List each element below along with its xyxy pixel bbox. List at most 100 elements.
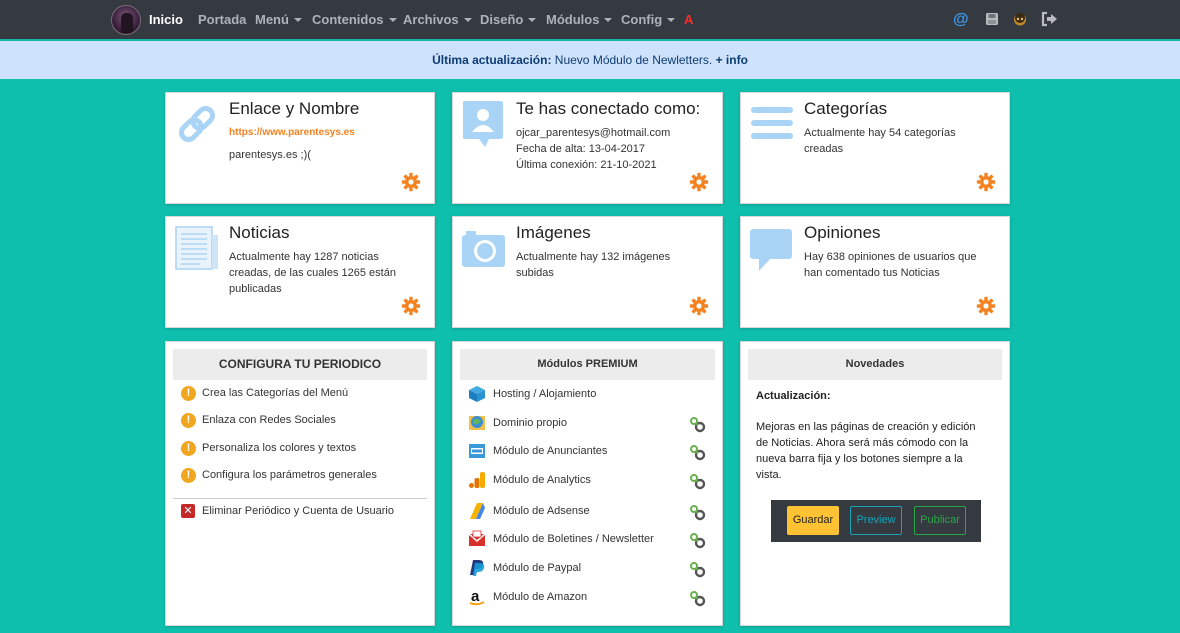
premium-item-dominio[interactable]: Dominio propio: [468, 414, 707, 434]
premium-item-adsense[interactable]: Módulo de Adsense: [468, 502, 707, 522]
save-button[interactable]: Guardar: [787, 506, 839, 535]
novedades-text: Mejoras en las páginas de creación y edi…: [756, 421, 976, 481]
link-gear-icon[interactable]: [689, 589, 707, 607]
card-opiniones-title: Opiniones: [804, 223, 881, 242]
update-alert: Última actualización: Nuevo Módulo de Ne…: [0, 41, 1180, 79]
delete-account-label: Eliminar Periódico y Cuenta de Usuario: [202, 505, 394, 517]
gear-icon[interactable]: [976, 172, 996, 192]
categorias-count: Actualmente hay 54 categorías creadas: [804, 127, 956, 155]
hosting-cube-icon: [469, 386, 485, 403]
configura-item[interactable]: ! Enlaza con Redes Sociales: [181, 412, 336, 430]
panel-novedades: Novedades Actualización: Mejoras en las …: [740, 341, 1010, 626]
at-icon[interactable]: @: [953, 11, 969, 29]
nav-config-label: Config: [621, 12, 663, 27]
link-gear-icon[interactable]: [689, 531, 707, 549]
premium-item-paypal[interactable]: Módulo de Paypal: [468, 559, 707, 579]
premium-item-label: Módulo de Analytics: [493, 474, 591, 486]
user-face-icon[interactable]: [1013, 12, 1027, 26]
panel-configura: CONFIGURA TU PERIODICO ! Crea las Categor…: [165, 341, 435, 626]
chevron-down-icon: [667, 17, 676, 22]
configura-item-label: Enlaza con Redes Sociales: [202, 414, 336, 426]
link-chain-icon: [179, 106, 215, 142]
card-opiniones: Opiniones Hay 638 opiniones de usuarios …: [740, 216, 1010, 328]
card-conectado: Te has conectado como: ojcar_parentesys@…: [452, 92, 723, 204]
nav-home[interactable]: Inicio: [149, 12, 183, 27]
configura-item[interactable]: ! Personaliza los colores y textos: [181, 440, 356, 458]
alert-more-link[interactable]: + info: [716, 53, 748, 67]
preview-button[interactable]: Preview: [850, 506, 902, 535]
configura-item[interactable]: ! Configura los parámetros generales: [181, 467, 377, 485]
premium-item-anunciantes[interactable]: Módulo de Anunciantes: [468, 442, 707, 462]
premium-item-label: Módulo de Paypal: [493, 562, 582, 574]
divider: [173, 498, 427, 499]
sign-out-icon[interactable]: [1041, 11, 1058, 27]
link-gear-icon[interactable]: [689, 415, 707, 433]
link-gear-icon[interactable]: [689, 503, 707, 521]
link-gear-icon[interactable]: [689, 560, 707, 578]
ads-icon: [469, 444, 485, 459]
card-enlace: Enlace y Nombre https://www.parentesys.e…: [165, 92, 435, 204]
svg-text:a: a: [471, 588, 480, 605]
site-url-link[interactable]: https://www.parentesys.es: [229, 125, 355, 141]
panel-premium: Módulos PREMIUM Hosting / Alojamiento Do…: [452, 341, 723, 626]
delete-icon: ✕: [181, 504, 195, 519]
globe-icon: [469, 416, 485, 431]
noticias-count: Actualmente hay 1287 noticias creadas, d…: [229, 251, 396, 295]
nav-archivos[interactable]: Archivos: [403, 12, 472, 27]
premium-item-hosting[interactable]: Hosting / Alojamiento: [468, 385, 707, 405]
chevron-down-icon: [528, 17, 537, 22]
delete-account-link[interactable]: ✕ Eliminar Periódico y Cuenta de Usuario: [181, 503, 394, 521]
premium-item-label: Módulo de Boletines / Newsletter: [493, 533, 654, 545]
link-gear-icon[interactable]: [689, 443, 707, 461]
warning-icon: !: [181, 440, 196, 456]
user-email: ojcar_parentesys@hotmail.com: [516, 127, 671, 139]
nav-diseno[interactable]: Diseño: [480, 12, 537, 27]
adsense-icon: [470, 503, 485, 520]
top-navbar: Inicio Portada Menú Contenidos Archivos …: [0, 0, 1180, 41]
warning-icon: !: [181, 385, 196, 401]
gear-icon[interactable]: [976, 296, 996, 316]
nav-modulos-label: Módulos: [546, 12, 600, 27]
card-imagenes-title: Imágenes: [516, 223, 591, 242]
card-noticias-title: Noticias: [229, 223, 290, 242]
nav-portada-label: Portada: [198, 12, 247, 27]
gear-icon[interactable]: [689, 296, 709, 316]
novedades-title: Novedades: [748, 349, 1002, 380]
premium-item-label: Módulo de Amazon: [493, 591, 588, 603]
premium-item-analytics[interactable]: Módulo de Analytics: [468, 471, 707, 491]
premium-item-boletines[interactable]: Módulo de Boletines / Newsletter: [468, 530, 707, 550]
amazon-icon: a: [469, 588, 485, 606]
premium-title: Módulos PREMIUM: [460, 349, 715, 380]
nav-config[interactable]: Config: [621, 12, 676, 27]
site-name: parentesys.es ;)(: [229, 149, 311, 161]
user-contact-icon: [463, 101, 503, 147]
nav-contenidos[interactable]: Contenidos: [312, 12, 397, 27]
nav-portada[interactable]: Portada: [198, 12, 246, 27]
save-disk-icon[interactable]: [985, 12, 999, 26]
configura-item[interactable]: ! Crea las Categorías del Menú: [181, 385, 348, 403]
speech-bubble-icon: [750, 229, 792, 271]
camera-icon: [462, 231, 505, 267]
premium-item-amazon[interactable]: a Módulo de Amazon: [468, 588, 707, 608]
nav-diseno-label: Diseño: [480, 12, 524, 27]
gear-icon[interactable]: [401, 172, 421, 192]
avatar[interactable]: [111, 5, 141, 35]
nav-modulos[interactable]: Módulos: [546, 12, 613, 27]
configura-item-label: Personaliza los colores y textos: [202, 442, 357, 454]
premium-item-label: Módulo de Adsense: [493, 505, 590, 517]
gear-icon[interactable]: [689, 172, 709, 192]
newspaper-icon: [175, 226, 218, 270]
card-categorias-title: Categorías: [804, 99, 888, 118]
publish-button[interactable]: Publicar: [914, 506, 966, 535]
chevron-down-icon: [293, 17, 302, 22]
fixed-bar-preview: Guardar Preview Publicar: [771, 500, 981, 542]
last-login: Última conexión: 21-10-2021: [516, 159, 657, 171]
configura-item-label: Crea las Categorías del Menú: [202, 387, 349, 399]
gear-icon[interactable]: [401, 296, 421, 316]
premium-item-label: Dominio propio: [493, 417, 567, 429]
link-gear-icon[interactable]: [689, 472, 707, 490]
warning-icon: !: [181, 412, 196, 428]
nav-archivos-label: Archivos: [403, 12, 459, 27]
nav-alert-letter[interactable]: A: [684, 12, 693, 27]
nav-menu[interactable]: Menú: [255, 12, 302, 27]
